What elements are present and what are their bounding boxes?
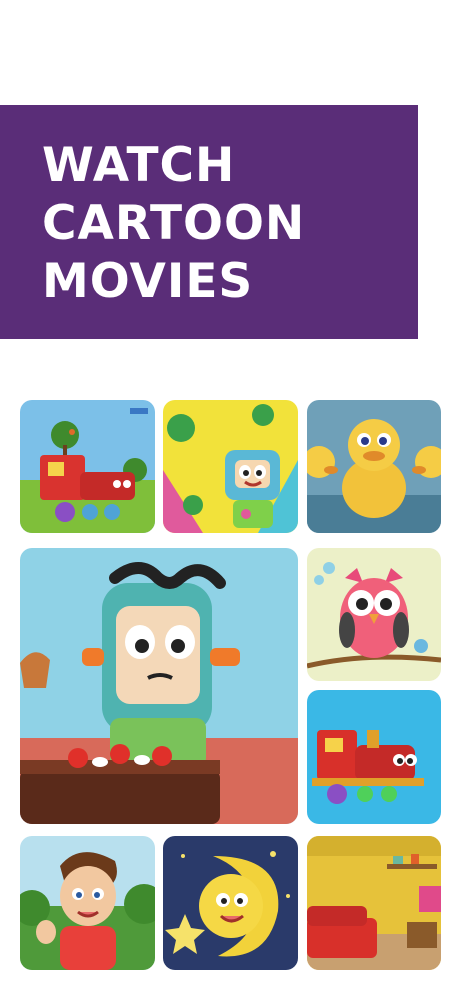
robot-illustration [163, 400, 298, 533]
robot-illustration [20, 548, 298, 824]
duck-illustration [307, 400, 441, 533]
thumb-pink-owl[interactable] [307, 548, 441, 681]
thumb-living-room[interactable] [307, 836, 441, 970]
thumb-yellow-ducklings[interactable] [307, 400, 441, 533]
headline: WATCH CARTOON MOVIES [42, 137, 305, 311]
thumb-red-train-garden[interactable] [20, 400, 155, 533]
thumb-boy-waving[interactable] [20, 836, 155, 970]
headline-line-2: CARTOON [42, 196, 306, 251]
room-illustration [307, 836, 441, 970]
owl-illustration [307, 548, 441, 681]
thumb-toy-train[interactable] [307, 690, 441, 824]
thumb-robot-watermelon[interactable] [163, 400, 298, 533]
boy-illustration [20, 836, 155, 970]
moon-illustration [163, 836, 298, 970]
headline-line-1: WATCH [42, 138, 236, 193]
thumb-moon-star[interactable] [163, 836, 298, 970]
train-illustration [307, 690, 441, 824]
thumb-robot-cake[interactable] [20, 548, 298, 824]
train-illustration [20, 400, 155, 533]
headline-line-3: MOVIES [42, 254, 254, 309]
